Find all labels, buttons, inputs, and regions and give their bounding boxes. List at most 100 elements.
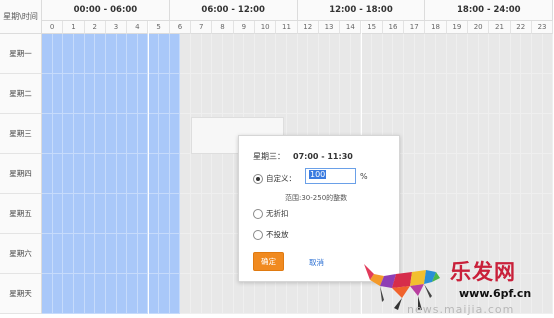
schedule-cell[interactable] — [382, 74, 394, 114]
schedule-cell[interactable] — [159, 234, 170, 274]
day-label[interactable]: 星期四 — [0, 154, 42, 194]
schedule-cell[interactable] — [148, 274, 160, 314]
schedule-cell[interactable] — [169, 194, 181, 234]
schedule-cell[interactable] — [372, 34, 383, 74]
schedule-cell[interactable] — [63, 194, 74, 234]
day-label[interactable]: 星期六 — [0, 234, 42, 274]
schedule-cell[interactable] — [446, 34, 458, 74]
hour-header[interactable]: 10 — [255, 21, 277, 34]
schedule-cell[interactable] — [95, 74, 106, 114]
schedule-cell[interactable] — [499, 34, 511, 74]
schedule-cell[interactable] — [73, 34, 85, 74]
hour-header[interactable]: 0 — [42, 21, 64, 34]
schedule-cell[interactable] — [457, 154, 468, 194]
schedule-cell[interactable] — [191, 194, 202, 234]
hour-header[interactable]: 8 — [212, 21, 234, 34]
schedule-cell[interactable] — [212, 34, 224, 74]
hour-header[interactable]: 21 — [489, 21, 511, 34]
schedule-cell[interactable] — [105, 234, 117, 274]
schedule-cell[interactable] — [499, 154, 511, 194]
schedule-cell[interactable] — [42, 114, 53, 154]
schedule-cell[interactable] — [233, 74, 245, 114]
schedule-cell[interactable] — [159, 154, 170, 194]
schedule-cell[interactable] — [105, 194, 117, 234]
schedule-cell[interactable] — [510, 154, 522, 194]
schedule-cell[interactable] — [531, 34, 543, 74]
schedule-cell[interactable] — [159, 114, 170, 154]
schedule-cell[interactable] — [499, 194, 511, 234]
schedule-cell[interactable] — [223, 74, 234, 114]
schedule-cell[interactable] — [404, 74, 415, 114]
period-header[interactable]: 18:00 - 24:00 — [425, 0, 554, 21]
day-label[interactable]: 星期一 — [0, 34, 42, 74]
schedule-cell[interactable] — [169, 274, 181, 314]
schedule-cell[interactable] — [42, 154, 53, 194]
schedule-cell[interactable] — [446, 194, 458, 234]
schedule-cell[interactable] — [414, 114, 426, 154]
schedule-cell[interactable] — [276, 34, 287, 74]
schedule-cell[interactable] — [148, 114, 160, 154]
schedule-cell[interactable] — [180, 274, 192, 314]
custom-discount-input[interactable]: 100 — [305, 168, 356, 184]
schedule-cell[interactable] — [521, 154, 532, 194]
day-label[interactable]: 星期二 — [0, 74, 42, 114]
schedule-cell[interactable] — [201, 274, 213, 314]
schedule-cell[interactable] — [105, 74, 117, 114]
schedule-cell[interactable] — [84, 194, 96, 234]
schedule-cell[interactable] — [73, 114, 85, 154]
radio-no-bid-icon[interactable] — [253, 229, 263, 240]
schedule-cell[interactable] — [95, 234, 106, 274]
schedule-cell[interactable] — [84, 34, 96, 74]
schedule-cell[interactable] — [329, 34, 341, 74]
schedule-cell[interactable] — [286, 74, 298, 114]
schedule-cell[interactable] — [478, 74, 490, 114]
schedule-cell[interactable] — [244, 34, 255, 74]
schedule-cell[interactable] — [457, 74, 468, 114]
schedule-cell[interactable] — [95, 274, 106, 314]
schedule-cell[interactable] — [148, 194, 160, 234]
schedule-cell[interactable] — [180, 114, 192, 154]
hour-header[interactable]: 19 — [446, 21, 468, 34]
schedule-cell[interactable] — [180, 234, 192, 274]
schedule-cell[interactable] — [84, 154, 96, 194]
schedule-cell[interactable] — [404, 34, 415, 74]
schedule-cell[interactable] — [446, 154, 458, 194]
schedule-cell[interactable] — [489, 194, 500, 234]
schedule-cell[interactable] — [318, 34, 330, 74]
schedule-cell[interactable] — [52, 274, 64, 314]
option-custom[interactable]: 自定义： — [253, 173, 296, 184]
schedule-cell[interactable] — [148, 154, 160, 194]
hour-header[interactable]: 4 — [127, 21, 149, 34]
period-header[interactable]: 00:00 - 06:00 — [42, 0, 170, 21]
schedule-cell[interactable] — [255, 34, 266, 74]
schedule-cell[interactable] — [52, 34, 64, 74]
schedule-cell[interactable] — [308, 34, 319, 74]
schedule-cell[interactable] — [52, 194, 64, 234]
schedule-cell[interactable] — [52, 114, 64, 154]
schedule-cell[interactable] — [457, 194, 468, 234]
schedule-cell[interactable] — [436, 34, 447, 74]
schedule-cell[interactable] — [42, 194, 53, 234]
schedule-cell[interactable] — [42, 274, 53, 314]
schedule-cell[interactable] — [233, 34, 245, 74]
schedule-cell[interactable] — [531, 114, 543, 154]
schedule-cell[interactable] — [137, 34, 149, 74]
schedule-cell[interactable] — [42, 34, 53, 74]
hour-header[interactable]: 22 — [510, 21, 532, 34]
schedule-cell[interactable] — [84, 234, 96, 274]
schedule-cell[interactable] — [350, 34, 362, 74]
schedule-cell[interactable] — [531, 154, 543, 194]
schedule-cell[interactable] — [201, 234, 213, 274]
schedule-cell[interactable] — [169, 34, 181, 74]
hour-header[interactable]: 14 — [340, 21, 362, 34]
schedule-cell[interactable] — [425, 154, 437, 194]
schedule-cell[interactable] — [510, 114, 522, 154]
schedule-cell[interactable] — [52, 74, 64, 114]
schedule-cell[interactable] — [180, 194, 192, 234]
schedule-cell[interactable] — [510, 74, 522, 114]
hour-header[interactable]: 18 — [425, 21, 447, 34]
schedule-cell[interactable] — [116, 274, 128, 314]
schedule-cell[interactable] — [510, 194, 522, 234]
schedule-cell[interactable] — [404, 194, 415, 234]
period-header[interactable]: 12:00 - 18:00 — [297, 0, 426, 21]
